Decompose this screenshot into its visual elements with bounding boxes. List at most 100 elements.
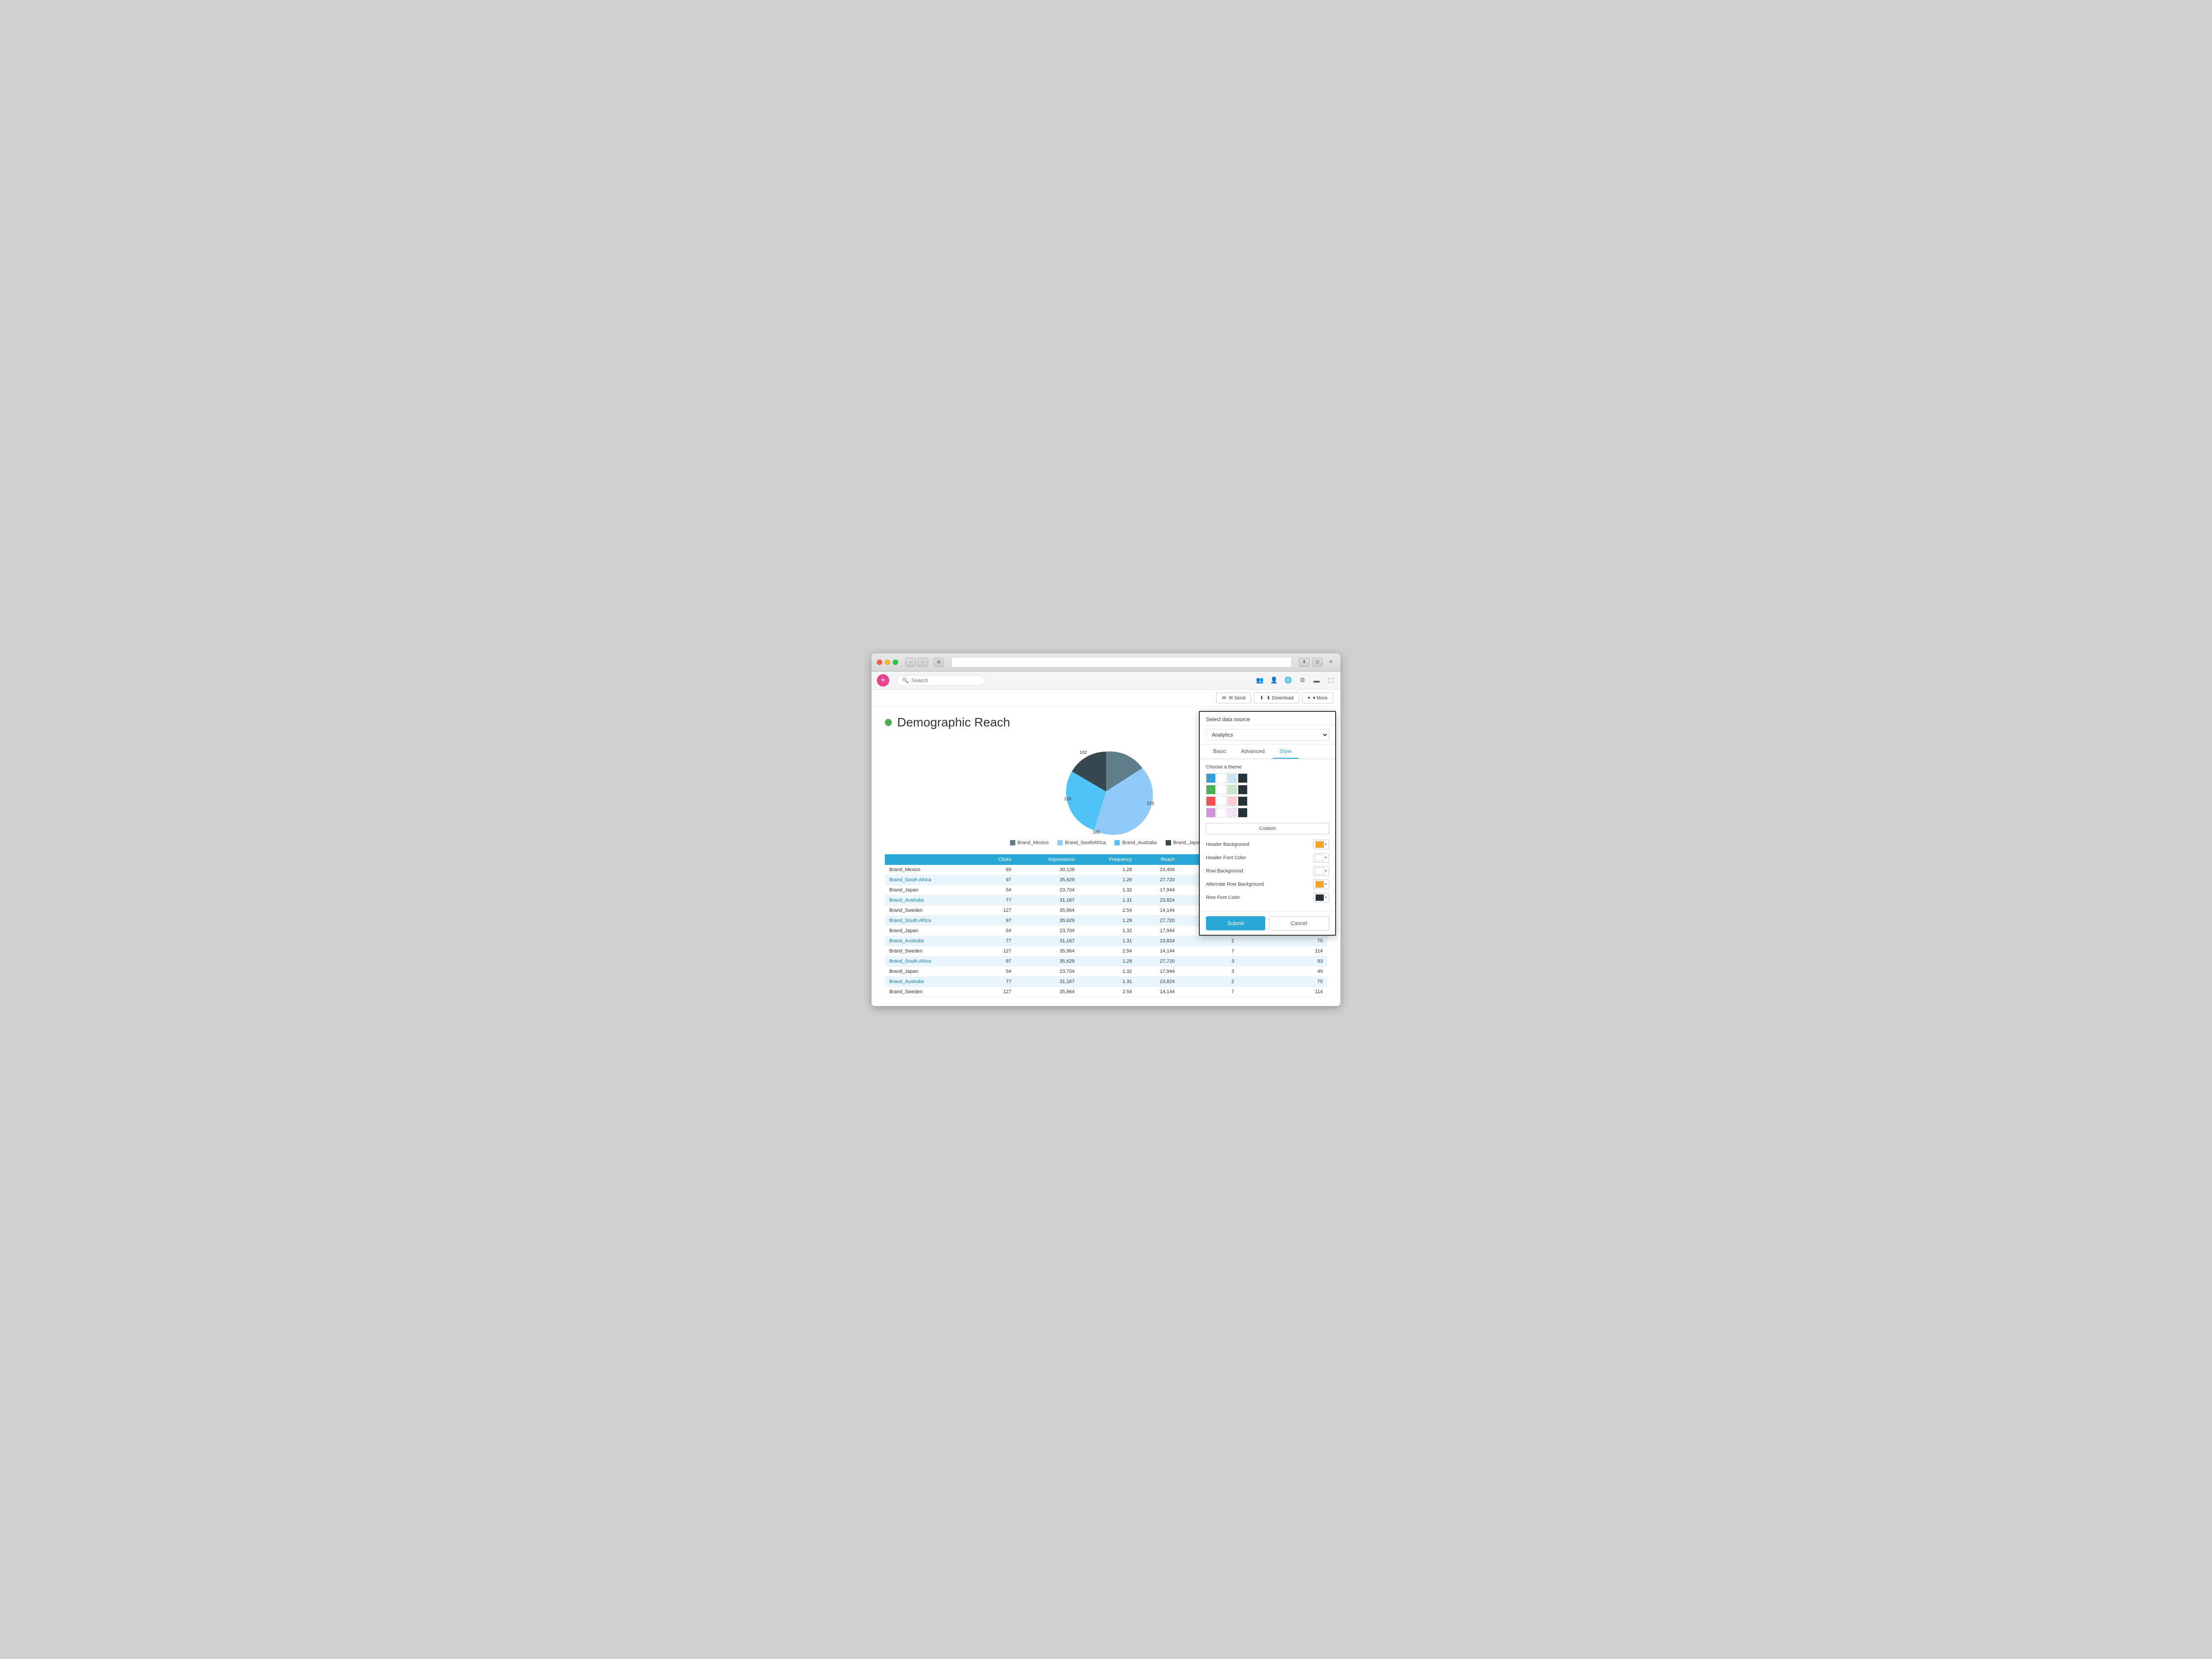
swatch-green-2[interactable] (1217, 785, 1226, 795)
minus-icon[interactable]: ▬ (1312, 676, 1321, 685)
nav-forward-button[interactable]: › (918, 658, 928, 667)
header-font-picker[interactable]: ▾ (1313, 853, 1329, 863)
cell-clicks: 77 (976, 895, 1016, 905)
cell-clicks: 127 (976, 905, 1016, 915)
swatch-red-2[interactable] (1217, 796, 1226, 806)
tab-basic[interactable]: Basic (1206, 745, 1233, 759)
swatch-green-3[interactable] (1227, 785, 1237, 795)
table-row: Brand_South Africa 97 35,629 1.29 27,720… (885, 956, 1327, 966)
cell-frequency: 1.29 (1079, 956, 1137, 966)
swatch-red-4[interactable] (1238, 796, 1248, 806)
panel-tabs: Basic Advanced Style (1200, 745, 1335, 759)
cell-brand: Brand_Japan (885, 885, 976, 895)
header-bg-row: Header Background ▾ (1206, 840, 1329, 849)
swatch-purple-2[interactable] (1217, 808, 1226, 818)
alt-row-bg-picker[interactable]: ▾ (1313, 879, 1329, 889)
cell-frequency: 2.54 (1079, 946, 1137, 956)
cell-brand: Brand_Japan (885, 966, 976, 976)
cell-brand: Brand_Sweden (885, 987, 976, 997)
cell-clicks: 89 (976, 865, 1016, 875)
swatch-red-1[interactable] (1206, 796, 1216, 806)
cell-clicks: 97 (976, 875, 1016, 885)
alt-row-bg-row: Alternate Row Background ▾ (1206, 879, 1329, 889)
settings-icon[interactable]: ⚙ (1298, 676, 1307, 685)
cell-brand: Brand_Sweden (885, 905, 976, 915)
address-bar[interactable] (951, 657, 1292, 668)
nav-buttons: ‹ › (905, 658, 928, 667)
cell-reach: 17,944 (1137, 926, 1179, 936)
theme-row-green (1206, 785, 1329, 795)
swatch-blue-3[interactable] (1227, 773, 1237, 783)
cancel-button[interactable]: Cancel (1269, 916, 1329, 930)
legend-australia: Brand_Australia (1114, 840, 1156, 845)
swatch-red-3[interactable] (1227, 796, 1237, 806)
cell-impressions: 23,704 (1016, 966, 1079, 976)
cell-reach: 17,944 (1137, 885, 1179, 895)
cell-clicks: 127 (976, 946, 1016, 956)
traffic-light-green[interactable] (893, 660, 898, 665)
swatch-blue-2[interactable] (1217, 773, 1226, 783)
swatch-purple-4[interactable] (1238, 808, 1248, 818)
cell-clicks: 77 (976, 976, 1016, 987)
tab-advanced[interactable]: Advanced (1234, 745, 1271, 759)
cell-frequency: 2.54 (1079, 987, 1137, 997)
more-button[interactable]: ▾ ▾ More (1302, 692, 1333, 703)
legend-label-southafrica: Brand_SouthAfrica (1065, 840, 1106, 845)
cell-reach: 14,144 (1137, 987, 1179, 997)
duplicate-icon[interactable]: ⊡ (1312, 658, 1323, 667)
square-icon[interactable]: ⬚ (1326, 676, 1335, 685)
swatch-purple-1[interactable] (1206, 808, 1216, 818)
add-button[interactable]: + (877, 674, 889, 687)
style-panel: Select data source Analytics Basic Advan… (1199, 711, 1336, 936)
submit-button[interactable]: Submit (1206, 916, 1265, 930)
header-bg-picker[interactable]: ▾ (1313, 840, 1329, 849)
header-font-arrow: ▾ (1325, 856, 1327, 860)
theme-label: Choose a theme (1206, 764, 1329, 770)
row-bg-picker[interactable]: ▾ (1313, 866, 1329, 876)
swatch-blue-1[interactable] (1206, 773, 1216, 783)
browser-chrome: ‹ › ⊞ ⬆ ⊡ + (872, 653, 1340, 672)
globe-icon[interactable]: 🌐 (1284, 676, 1293, 685)
search-input[interactable] (911, 677, 979, 684)
header-bg-label: Header Background (1206, 842, 1249, 847)
people-icon[interactable]: 👥 (1256, 676, 1264, 685)
row-font-picker[interactable]: ▾ (1313, 893, 1329, 902)
cell-brand: Brand_Australia (885, 936, 976, 946)
nav-back-button[interactable]: ‹ (905, 658, 916, 667)
main-content: Demographic Reach (872, 707, 1340, 1006)
cell-frequency: 1.31 (1079, 936, 1137, 946)
swatch-green-4[interactable] (1238, 785, 1248, 795)
swatch-purple-3[interactable] (1227, 808, 1237, 818)
cell-frequency: 2.54 (1079, 905, 1137, 915)
cell-frequency: 1.32 (1079, 885, 1137, 895)
new-tab-button[interactable]: + (1326, 658, 1335, 667)
cell-impressions: 30,128 (1016, 865, 1079, 875)
cell-impressions: 35,629 (1016, 875, 1079, 885)
col-impressions: Impressions (1016, 854, 1079, 865)
table-row: Brand_Australia 77 31,167 1.31 23,824 2 … (885, 936, 1327, 946)
cell-clicks: 127 (976, 987, 1016, 997)
swatch-green-1[interactable] (1206, 785, 1216, 795)
traffic-lights (877, 660, 898, 665)
search-bar[interactable]: 🔍 (896, 675, 985, 686)
cell-reach: 17,944 (1137, 966, 1179, 976)
col-brand (885, 854, 976, 865)
traffic-light-red[interactable] (877, 660, 882, 665)
datasource-select[interactable]: Analytics (1206, 729, 1329, 741)
status-dot (885, 719, 892, 726)
tab-style[interactable]: Style (1273, 745, 1299, 759)
cell-clicks: 97 (976, 956, 1016, 966)
custom-button[interactable]: Custom (1206, 823, 1329, 834)
swatch-blue-4[interactable] (1238, 773, 1248, 783)
download-button[interactable]: ⬇ ⬇ Download (1254, 692, 1299, 703)
sidebar-toggle-button[interactable]: ⊞ (933, 658, 944, 667)
cell-engagement: 93 (1239, 956, 1327, 966)
send-button[interactable]: ✉ ✉ Send (1216, 692, 1251, 703)
cell-pagelikes: 3 (1179, 956, 1238, 966)
legend-southafrica: Brand_SouthAfrica (1057, 840, 1106, 845)
cell-impressions: 23,704 (1016, 926, 1079, 936)
traffic-light-yellow[interactable] (885, 660, 890, 665)
share-icon[interactable]: ⬆ (1299, 658, 1310, 667)
action-buttons-row: ✉ ✉ Send ⬇ ⬇ Download ▾ ▾ More (872, 690, 1340, 707)
person-icon[interactable]: 👤 (1270, 676, 1279, 685)
